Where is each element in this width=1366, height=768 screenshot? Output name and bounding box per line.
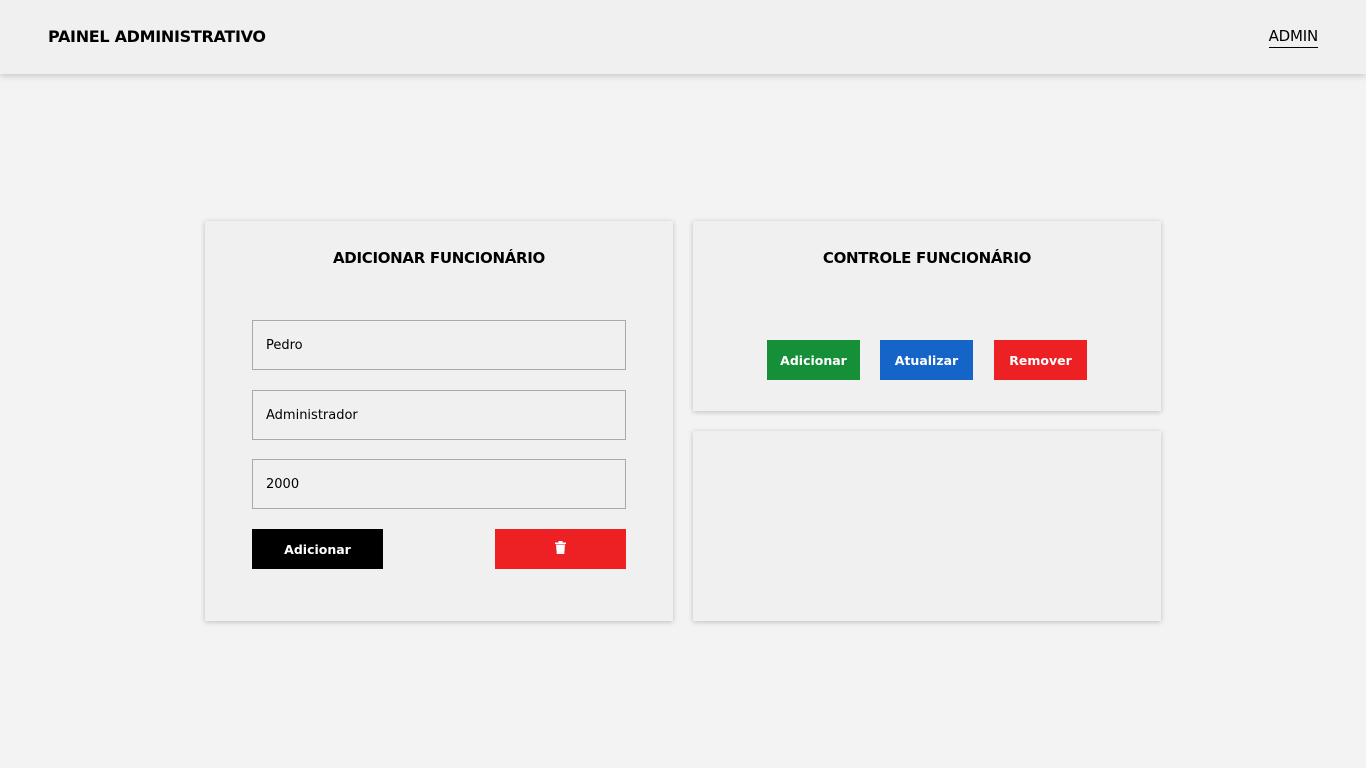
add-employee-button[interactable]: Adicionar <box>252 529 383 569</box>
employee-output-panel <box>693 431 1161 621</box>
salary-input[interactable] <box>252 459 626 509</box>
clear-form-button[interactable] <box>495 529 626 569</box>
name-input[interactable] <box>252 320 626 370</box>
control-add-button[interactable]: Adicionar <box>767 340 860 380</box>
control-remove-button[interactable]: Remover <box>994 340 1087 380</box>
add-employee-card: ADICIONAR FUNCIONÁRIO Adicionar <box>205 221 673 621</box>
admin-link[interactable]: ADMIN <box>1268 27 1318 48</box>
employee-control-title: CONTROLE FUNCIONÁRIO <box>822 249 1032 267</box>
add-employee-title: ADICIONAR FUNCIONÁRIO <box>333 249 545 267</box>
employee-control-card: CONTROLE FUNCIONÁRIO Adicionar Atualizar… <box>693 221 1161 411</box>
top-bar: PAINEL ADMINISTRATIVO ADMIN <box>0 0 1366 74</box>
role-input[interactable] <box>252 390 626 440</box>
control-update-button[interactable]: Atualizar <box>880 340 973 380</box>
trash-icon <box>555 541 566 557</box>
brand-title: PAINEL ADMINISTRATIVO <box>48 27 266 46</box>
